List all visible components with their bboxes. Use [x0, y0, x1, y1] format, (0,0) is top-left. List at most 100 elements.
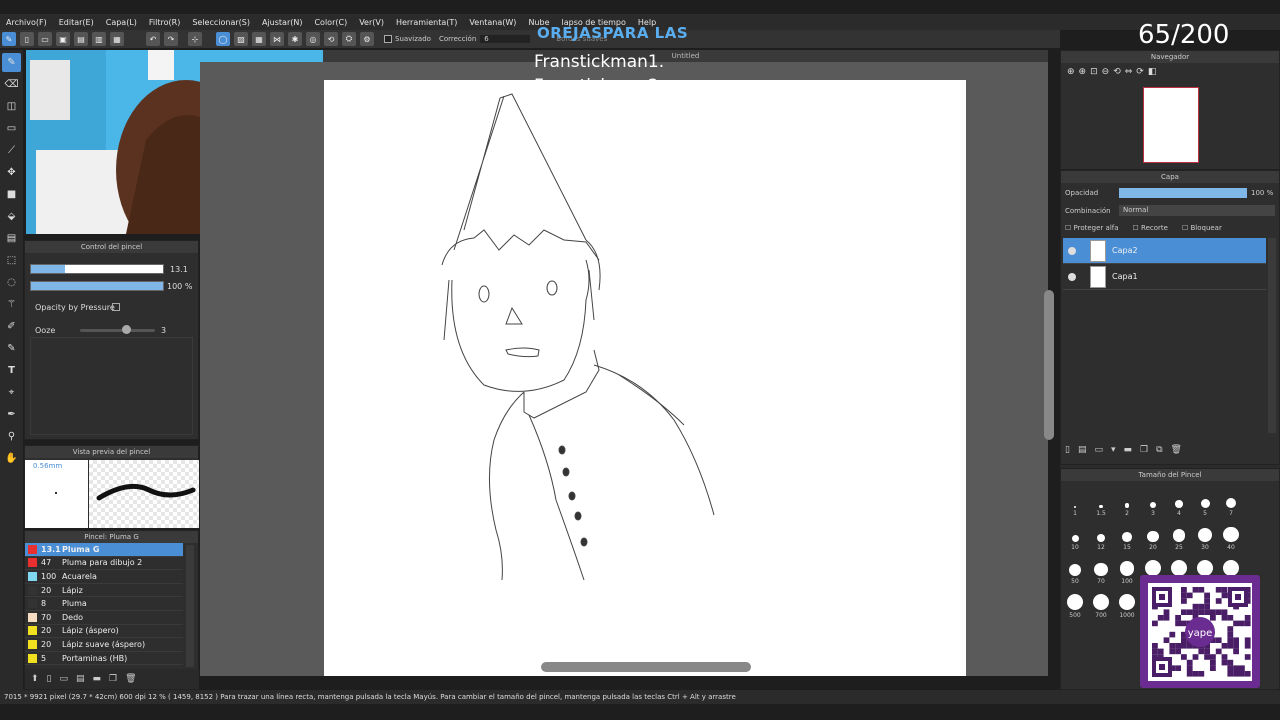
layer-folder-icon[interactable]: ▬	[1124, 445, 1133, 455]
correction-input[interactable]: 6	[480, 35, 531, 43]
brush-size-option[interactable]: 1.5	[1088, 483, 1114, 517]
brush-size-option[interactable]: 500	[1062, 585, 1088, 619]
fill-rect-icon[interactable]: ■	[2, 185, 21, 204]
move-icon[interactable]: ✥	[2, 163, 21, 182]
brush-size-option[interactable]: 2	[1114, 483, 1140, 517]
brush-size-option[interactable]: 25	[1166, 517, 1192, 551]
eye-icon[interactable]	[1068, 246, 1076, 255]
layer-trash-icon[interactable]: 🗑	[1171, 445, 1182, 455]
new-raster-icon[interactable]: ▭	[1094, 445, 1103, 455]
copy-icon[interactable]: ❐	[109, 674, 117, 684]
grid-button[interactable]: ▦	[110, 32, 124, 46]
magic-wand-icon[interactable]: ⚚	[2, 295, 21, 314]
undo-button[interactable]: ↶	[146, 32, 160, 46]
brush-size-slider[interactable]	[30, 264, 164, 274]
brush-size-option[interactable]: 1000	[1114, 585, 1140, 619]
brush-size-option[interactable]: 30	[1192, 517, 1218, 551]
smooth-checkbox[interactable]	[384, 35, 392, 43]
brush-size-option[interactable]: 15	[1114, 517, 1140, 551]
new-layer-icon[interactable]: ▯	[1065, 445, 1070, 455]
clip-checkbox[interactable]: ☐ Recorte	[1133, 224, 1168, 232]
menu-item[interactable]: Herramienta(T)	[390, 18, 463, 27]
page-button[interactable]: ▤	[74, 32, 88, 46]
fit-icon[interactable]: ⊡	[1090, 67, 1098, 77]
snap-button[interactable]: ⛭	[342, 32, 356, 46]
select-pen-icon[interactable]: ✐	[2, 317, 21, 336]
brush-size-option[interactable]: 10	[1062, 517, 1088, 551]
layer-merge-icon[interactable]: ⧉	[1156, 445, 1162, 455]
brush-opacity-slider[interactable]	[30, 281, 164, 291]
operation-icon[interactable]: ⌖	[2, 383, 21, 402]
lock-checkbox[interactable]: ☐ Bloquear	[1182, 224, 1222, 232]
brush-list-item[interactable]: 100 Acuarela	[25, 570, 183, 584]
layer-copy-icon[interactable]: ❐	[1140, 445, 1148, 455]
eye-icon[interactable]	[1068, 272, 1076, 281]
brush-list-item[interactable]: 5 Portaminas (HB)	[25, 652, 183, 666]
menu-item[interactable]: Ajustar(N)	[256, 18, 309, 27]
brush-list-item[interactable]: 20 Lápiz	[25, 584, 183, 598]
brush-size-option[interactable]: 1	[1062, 483, 1088, 517]
opacity-pressure-checkbox[interactable]	[112, 303, 120, 311]
brush-size-option[interactable]: 4	[1166, 483, 1192, 517]
brush-list-item[interactable]: 13.1 Pluma G	[25, 543, 183, 557]
open-file-button[interactable]: ▭	[38, 32, 52, 46]
gradient-icon[interactable]: ▤	[2, 229, 21, 248]
document-tab[interactable]: Untitled	[323, 50, 1048, 62]
menu-item[interactable]: Capa(L)	[100, 18, 143, 27]
eyedropper-icon[interactable]: ⚲	[2, 427, 21, 446]
new-vector-icon[interactable]: ▤	[1078, 445, 1087, 455]
brush-size-option[interactable]: 50	[1062, 551, 1088, 585]
brush-list-item[interactable]: 20 Lápiz suave (áspero)	[25, 638, 183, 652]
layer-opacity-slider[interactable]	[1119, 188, 1247, 198]
brush-size-option[interactable]: 3	[1140, 483, 1166, 517]
circle-ruler-button[interactable]: ◎	[306, 32, 320, 46]
selection-mode-button[interactable]: ◯	[216, 32, 230, 46]
brush-size-option[interactable]: 700	[1088, 585, 1114, 619]
trash-icon[interactable]: 🗑	[125, 674, 136, 684]
add-brush-icon[interactable]: ⬆	[31, 674, 39, 684]
settings-button[interactable]: ⚙	[360, 32, 374, 46]
eraser-icon[interactable]: ⌫	[2, 75, 21, 94]
brush-list-item[interactable]: 70 Dedo	[25, 611, 183, 625]
rotate-right-icon[interactable]: ⟳	[1136, 67, 1144, 77]
vertical-scrollbar[interactable]	[1044, 290, 1054, 440]
menu-item[interactable]: Color(C)	[308, 18, 353, 27]
doc-icon[interactable]: ▤	[76, 674, 85, 684]
brush-list-scrollbar[interactable]	[186, 545, 194, 667]
brush-size-option[interactable]: 7	[1218, 483, 1244, 517]
ooze-knob[interactable]	[122, 325, 131, 334]
layer-row[interactable]: Capa1	[1063, 264, 1266, 290]
flip-icon[interactable]: ⇔	[1125, 67, 1133, 77]
brush-size-option[interactable]: 20	[1140, 517, 1166, 551]
lasso-icon[interactable]: ◌	[2, 273, 21, 292]
brush-list-item[interactable]: 8 Pluma	[25, 597, 183, 611]
save-button[interactable]: ▣	[56, 32, 70, 46]
rectangle-icon[interactable]: ▭	[2, 119, 21, 138]
rotate-left-icon[interactable]: ⟲	[1113, 67, 1121, 77]
hatch-button[interactable]: ▨	[234, 32, 248, 46]
menu-item[interactable]: Ventana(W)	[463, 18, 522, 27]
duplicate-brush-icon[interactable]: ▭	[60, 674, 69, 684]
menu-item[interactable]: Filtro(R)	[143, 18, 186, 27]
brush-size-option[interactable]: 40	[1218, 517, 1244, 551]
layer-menu-icon[interactable]: ▾	[1111, 445, 1116, 455]
zoom-in-icon[interactable]: ⊕	[1067, 67, 1075, 77]
menu-item[interactable]: Ver(V)	[353, 18, 390, 27]
mirror-icon[interactable]: ◧	[1148, 67, 1157, 77]
new-brush-icon[interactable]: ▯	[47, 674, 52, 684]
brush-list-item[interactable]: 47 Pluma para dibujo 2	[25, 557, 183, 571]
layer-row[interactable]: Capa2	[1063, 238, 1266, 264]
eraser2-icon[interactable]: ◫	[2, 97, 21, 116]
blend-select[interactable]: Normal	[1119, 205, 1275, 216]
text-icon[interactable]: T	[2, 361, 21, 380]
pen-icon[interactable]: ✎	[2, 53, 21, 72]
brush-size-option[interactable]: 100	[1114, 551, 1140, 585]
brush-list-item[interactable]: 20 Lápiz (áspero)	[25, 625, 183, 639]
drawing-paper[interactable]	[324, 80, 966, 676]
redo-button[interactable]: ↷	[164, 32, 178, 46]
line-icon[interactable]: ⟋	[2, 141, 21, 160]
brush-size-option[interactable]: 5	[1192, 483, 1218, 517]
navigator-preview[interactable]	[1143, 87, 1199, 163]
hand-icon[interactable]: ✋	[2, 449, 21, 468]
folder-icon[interactable]: ▬	[93, 674, 102, 684]
